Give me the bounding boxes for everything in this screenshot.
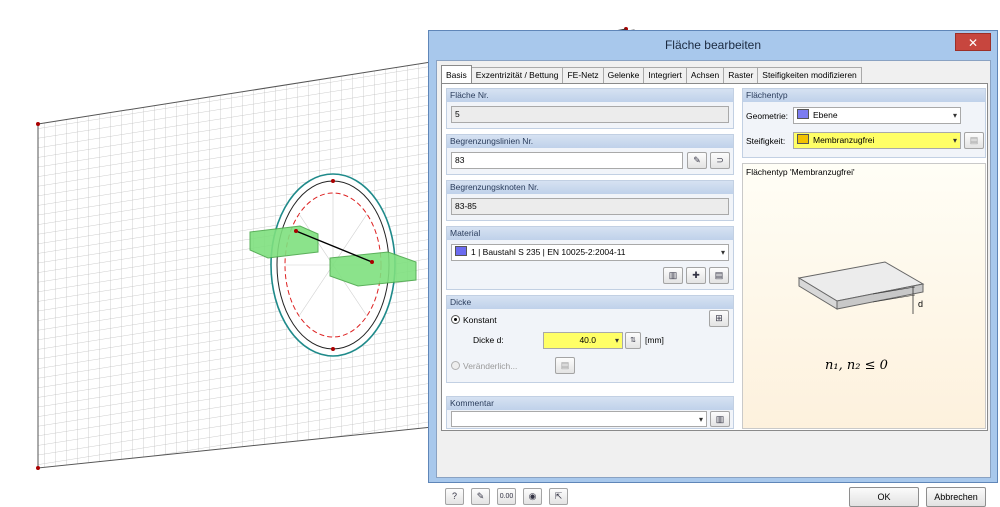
tab-raster[interactable]: Raster: [723, 67, 759, 83]
select-lines-icon[interactable]: ⊃: [710, 152, 730, 169]
radio-circle: [451, 361, 460, 370]
group-header: Kommentar: [447, 397, 733, 410]
dialog-titlebar[interactable]: Fläche bearbeiten ✕: [429, 31, 997, 59]
steifigkeit-select[interactable]: Membranzugfrei ▾: [793, 132, 961, 149]
group-header: Begrenzungsknoten Nr.: [447, 181, 733, 194]
ok-button[interactable]: OK: [849, 487, 919, 507]
radio-konstant[interactable]: Konstant: [451, 314, 497, 326]
close-button[interactable]: ✕: [955, 33, 991, 51]
begrenzungsknoten-field: 83-85: [451, 198, 729, 215]
thickness-dim-label: d: [918, 299, 924, 309]
new-material-icon[interactable]: ✚: [686, 267, 706, 284]
surface-type-preview: Flächentyp 'Membranzugfrei' d n₁, n₂ ≤ 0: [742, 163, 986, 429]
tab-fe-netz[interactable]: FE-Netz: [562, 67, 604, 83]
thickness-options-icon[interactable]: ⊞: [709, 310, 729, 327]
dialog-client: Basis Exzentrizität / Bettung FE-Netz Ge…: [436, 60, 991, 507]
spinner-icon[interactable]: ⇅: [625, 332, 641, 349]
comment-library-icon[interactable]: ▥: [710, 411, 730, 427]
group-header: Dicke: [447, 296, 733, 309]
radio-veraenderlich[interactable]: Veränderlich...: [451, 360, 517, 372]
tab-integriert[interactable]: Integriert: [643, 67, 687, 83]
eye-icon[interactable]: ◉: [523, 488, 542, 505]
group-flaechentyp: Flächentyp Geometrie: Ebene ▾ Steifigkei…: [742, 88, 986, 158]
kommentar-input[interactable]: ▾: [451, 411, 707, 427]
group-material: Material 1 | Baustahl S 235 | EN 10025-2…: [446, 226, 734, 290]
units-icon[interactable]: 0.00: [497, 488, 516, 505]
geometrie-label: Geometrie:: [746, 111, 789, 121]
edit-icon[interactable]: ✎: [471, 488, 490, 505]
geometrie-select[interactable]: Ebene ▾: [793, 107, 961, 124]
group-header: Fläche Nr.: [447, 89, 733, 102]
group-header: Flächentyp: [743, 89, 985, 102]
tab-gelenke[interactable]: Gelenke: [602, 67, 645, 83]
edit-surface-dialog: Fläche bearbeiten ✕ Basis Exzentrizität …: [428, 30, 998, 507]
dialog-title: Fläche bearbeiten: [664, 38, 762, 52]
cancel-button[interactable]: Abbrechen: [926, 487, 986, 507]
steifigkeit-value: Membranzugfrei: [813, 135, 875, 145]
geometrie-color-swatch: [797, 109, 809, 119]
konstant-label: Konstant: [463, 315, 497, 325]
edit-stiffness-icon[interactable]: ▤: [964, 132, 984, 149]
group-kommentar: Kommentar ▾ ▥: [446, 396, 734, 429]
tab-steifigkeiten[interactable]: Steifigkeiten modifizieren: [757, 67, 862, 83]
material-select[interactable]: 1 | Baustahl S 235 | EN 10025-2:2004-11 …: [451, 244, 729, 261]
material-library-icon[interactable]: ▥: [663, 267, 683, 284]
chevron-down-icon: ▾: [720, 248, 725, 257]
edit-variable-thickness-icon[interactable]: ▤: [555, 357, 575, 374]
flaeche-nr-field: 5: [451, 106, 729, 123]
material-value: 1 | Baustahl S 235 | EN 10025-2:2004-11: [471, 247, 626, 257]
chevron-down-icon: ▾: [952, 111, 957, 120]
steifigkeit-color-swatch: [797, 134, 809, 144]
dicke-d-value: 40.0: [579, 335, 596, 345]
plate-illustration: [797, 261, 925, 314]
begrenzungslinien-input[interactable]: 83: [451, 152, 683, 169]
formula: n₁, n₂ ≤ 0: [825, 358, 888, 373]
group-begrenzungsknoten: Begrenzungsknoten Nr. 83-85: [446, 180, 734, 221]
geometrie-value: Ebene: [813, 110, 838, 120]
help-icon[interactable]: ?: [445, 488, 464, 505]
tab-basis[interactable]: Basis: [441, 65, 472, 83]
tab-exzentrizitaet[interactable]: Exzentrizität / Bettung: [470, 67, 564, 83]
unit-label: [mm]: [645, 335, 664, 345]
edit-material-icon[interactable]: ▤: [709, 267, 729, 284]
tab-achsen[interactable]: Achsen: [685, 67, 725, 83]
chevron-down-icon: ▾: [952, 136, 957, 145]
group-begrenzungslinien: Begrenzungslinien Nr. 83 ✎ ⊃: [446, 134, 734, 175]
group-header: Begrenzungslinien Nr.: [447, 135, 733, 148]
material-color-swatch: [455, 246, 467, 256]
pick-lines-icon[interactable]: ✎: [687, 152, 707, 169]
dicke-d-input[interactable]: 40.0 ▾: [543, 332, 623, 349]
group-flaeche-nr: Fläche Nr. 5: [446, 88, 734, 129]
dicke-d-label: Dicke d:: [473, 335, 504, 345]
chevron-down-icon: ▾: [698, 415, 703, 424]
group-dicke: Dicke Konstant ⊞ Dicke d: 40.0 ▾ ⇅ [mm] …: [446, 295, 734, 383]
export-icon[interactable]: ⇱: [549, 488, 568, 505]
chevron-down-icon: ▾: [614, 336, 619, 345]
tab-page-basis: Fläche Nr. 5 Begrenzungslinien Nr. 83 ✎ …: [441, 83, 988, 431]
tab-strip: Basis Exzentrizität / Bettung FE-Netz Ge…: [441, 65, 862, 83]
steifigkeit-label: Steifigkeit:: [746, 136, 786, 146]
group-header: Material: [447, 227, 733, 240]
radio-dot: [451, 315, 460, 324]
veraenderlich-label: Veränderlich...: [463, 361, 518, 371]
